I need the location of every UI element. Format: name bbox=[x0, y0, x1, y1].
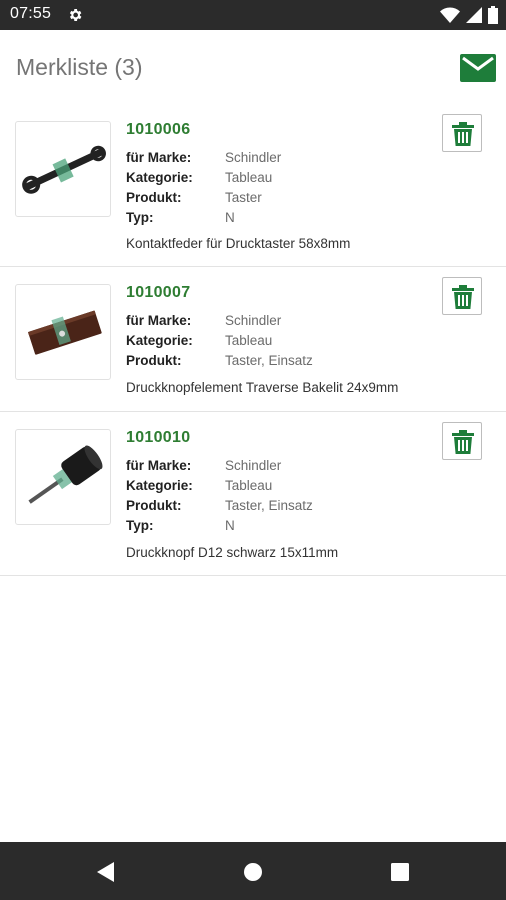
attribute-label: für Marke: bbox=[126, 458, 192, 473]
recents-icon[interactable] bbox=[386, 858, 414, 886]
attribute-value: Schindler bbox=[225, 150, 282, 165]
item-description: Kontaktfeder für Drucktaster 58x8mm bbox=[126, 236, 351, 251]
attribute-row: Kategorie: Tableau bbox=[126, 333, 313, 353]
trash-icon bbox=[452, 285, 474, 309]
product-image bbox=[15, 284, 111, 380]
attribute-label: Produkt: bbox=[126, 190, 182, 205]
attribute-row: Typ: N bbox=[126, 518, 313, 538]
delete-button[interactable] bbox=[442, 114, 482, 152]
battery-icon bbox=[488, 6, 498, 24]
attribute-label: Produkt: bbox=[126, 498, 182, 513]
attribute-row: für Marke: Schindler bbox=[126, 150, 281, 170]
item-description: Druckknopfelement Traverse Bakelit 24x9m… bbox=[126, 380, 399, 395]
back-icon[interactable] bbox=[92, 858, 120, 886]
attributes: für Marke: Schindler Kategorie: Tableau … bbox=[126, 150, 281, 230]
attribute-row: Kategorie: Tableau bbox=[126, 478, 313, 498]
article-number[interactable]: 1010007 bbox=[126, 284, 190, 302]
attributes: für Marke: Schindler Kategorie: Tableau … bbox=[126, 313, 313, 373]
list-item[interactable]: 1010006 für Marke: Schindler Kategorie: … bbox=[0, 104, 506, 267]
attribute-row: Produkt: Taster, Einsatz bbox=[126, 498, 313, 518]
attribute-value: N bbox=[225, 210, 235, 225]
attribute-value: Schindler bbox=[225, 458, 282, 473]
attribute-value: Taster, Einsatz bbox=[225, 498, 313, 513]
trash-icon bbox=[452, 122, 474, 146]
attribute-label: Kategorie: bbox=[126, 170, 193, 185]
list-item[interactable]: 1010007 für Marke: Schindler Kategorie: … bbox=[0, 267, 506, 412]
attribute-label: Kategorie: bbox=[126, 478, 193, 493]
gear-icon bbox=[69, 9, 82, 21]
item-description: Druckknopf D12 schwarz 15x11mm bbox=[126, 545, 339, 560]
wifi-icon bbox=[440, 7, 460, 23]
attribute-row: Produkt: Taster bbox=[126, 190, 281, 210]
attribute-value: Taster, Einsatz bbox=[225, 353, 313, 368]
attribute-label: Typ: bbox=[126, 518, 154, 533]
signal-icon bbox=[466, 7, 482, 23]
attribute-label: für Marke: bbox=[126, 313, 192, 328]
attribute-value: Tableau bbox=[225, 333, 273, 348]
home-icon[interactable] bbox=[239, 858, 267, 886]
status-bar: 07:55 bbox=[0, 0, 506, 30]
status-time: 07:55 bbox=[10, 5, 52, 22]
attributes: für Marke: Schindler Kategorie: Tableau … bbox=[126, 458, 313, 538]
attribute-label: Typ: bbox=[126, 210, 154, 225]
delete-button[interactable] bbox=[442, 277, 482, 315]
attribute-value: Schindler bbox=[225, 313, 282, 328]
attribute-row: für Marke: Schindler bbox=[126, 458, 313, 478]
product-image bbox=[15, 429, 111, 525]
attribute-label: Produkt: bbox=[126, 353, 182, 368]
article-number[interactable]: 1010010 bbox=[126, 429, 190, 447]
attribute-row: Produkt: Taster, Einsatz bbox=[126, 353, 313, 373]
attribute-row: Kategorie: Tableau bbox=[126, 170, 281, 190]
mail-icon[interactable] bbox=[460, 54, 496, 82]
attribute-row: Typ: N bbox=[126, 210, 281, 230]
attribute-label: für Marke: bbox=[126, 150, 192, 165]
delete-button[interactable] bbox=[442, 422, 482, 460]
page-title: Merkliste (3) bbox=[16, 54, 143, 80]
product-image bbox=[15, 121, 111, 217]
navigation-bar bbox=[0, 842, 506, 900]
article-number[interactable]: 1010006 bbox=[126, 121, 190, 139]
attribute-row: für Marke: Schindler bbox=[126, 313, 313, 333]
attribute-label: Kategorie: bbox=[126, 333, 193, 348]
attribute-value: Taster bbox=[225, 190, 262, 205]
header: Merkliste (3) bbox=[0, 30, 506, 104]
trash-icon bbox=[452, 430, 474, 454]
attribute-value: N bbox=[225, 518, 235, 533]
list-item[interactable]: 1010010 für Marke: Schindler Kategorie: … bbox=[0, 412, 506, 576]
watchlist: 1010006 für Marke: Schindler Kategorie: … bbox=[0, 104, 506, 576]
attribute-value: Tableau bbox=[225, 478, 273, 493]
attribute-value: Tableau bbox=[225, 170, 273, 185]
